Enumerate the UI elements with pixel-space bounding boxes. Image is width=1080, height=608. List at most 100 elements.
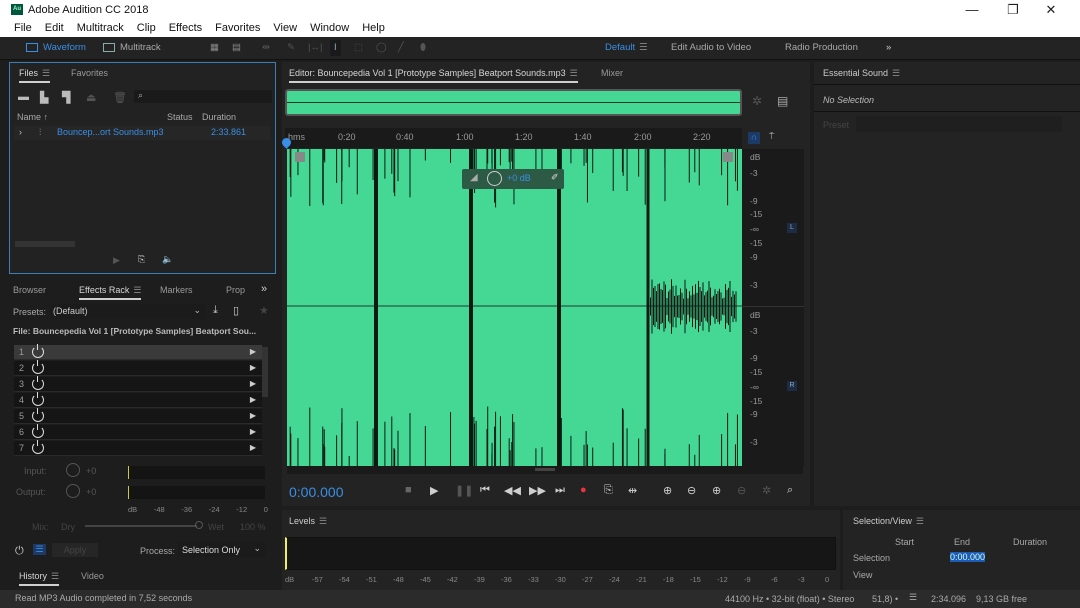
menu-view[interactable]: View	[273, 20, 297, 37]
tab-effects-rack[interactable]: Effects Rack ☰	[79, 285, 142, 300]
effect-slot[interactable]: 2 ▶	[14, 360, 262, 376]
mix-slider[interactable]	[85, 525, 197, 527]
loop-preview-icon[interactable]: ⎘	[138, 254, 145, 265]
pin-icon[interactable]: ✐	[551, 172, 559, 183]
autoplay-speaker-icon[interactable]: 🔈	[162, 254, 173, 265]
zoom-out-amplitude-icon[interactable]: ⊖	[687, 484, 696, 497]
tab-markers[interactable]: Markers	[160, 285, 193, 295]
record-icon[interactable]: ●	[580, 484, 587, 496]
skip-selection-icon[interactable]: ⇹	[628, 484, 637, 497]
slot-menu-arrow-icon[interactable]: ▶	[250, 347, 256, 356]
fade-out-handle[interactable]	[723, 152, 733, 162]
razor-tool-icon[interactable]: ✎	[287, 40, 295, 56]
overview-navigator[interactable]	[285, 89, 742, 116]
tab-properties[interactable]: Prop	[226, 285, 245, 295]
column-name[interactable]: Name ↑	[17, 112, 48, 122]
slot-menu-arrow-icon[interactable]: ▶	[250, 443, 256, 452]
list-icon[interactable]: ☰	[33, 544, 46, 555]
time-selection-tool-icon[interactable]: I	[330, 40, 341, 56]
horizontal-scrollbar[interactable]	[287, 466, 803, 474]
fade-in-handle[interactable]	[295, 152, 305, 162]
selection-start-field[interactable]: 0:00.000	[950, 552, 986, 562]
play-preview-icon[interactable]: ▶	[113, 255, 120, 266]
tab-favorites[interactable]: Favorites	[71, 68, 108, 78]
menu-favorites[interactable]: Favorites	[215, 20, 260, 37]
new-file-icon[interactable]: ▜	[62, 91, 70, 104]
waveform-display[interactable]: ◢ +0 dB ✐	[287, 149, 742, 466]
power-icon[interactable]	[32, 344, 44, 358]
workspace-default[interactable]: Default ☰	[605, 40, 648, 56]
marquee-tool-icon[interactable]: ⬚	[354, 40, 363, 56]
maximize-button[interactable]: ❐	[998, 2, 1028, 18]
tab-essential-sound[interactable]: Essential Sound ☰	[823, 68, 900, 79]
slot-menu-arrow-icon[interactable]: ▶	[250, 411, 256, 420]
pitch-display-icon[interactable]: ▤	[232, 40, 241, 56]
scrollbar-thumb[interactable]	[535, 468, 555, 471]
zoom-in-amplitude-icon[interactable]: ⊕	[663, 484, 672, 497]
lasso-tool-icon[interactable]: ◯	[376, 40, 387, 56]
menu-effects[interactable]: Effects	[169, 20, 202, 37]
import-file-icon[interactable]: ▙	[40, 91, 48, 104]
workspace-radio-production[interactable]: Radio Production	[785, 40, 858, 56]
process-dropdown[interactable]: Selection Only ⌄	[178, 542, 266, 557]
menu-help[interactable]: Help	[362, 20, 385, 37]
current-time-display[interactable]: 0:00.000	[289, 484, 344, 500]
more-workspaces-button[interactable]: »	[886, 40, 891, 56]
tab-browser[interactable]: Browser	[13, 285, 46, 295]
stop-icon[interactable]: ■	[405, 484, 412, 496]
tab-video[interactable]: Video	[81, 571, 104, 581]
menu-file[interactable]: File	[14, 20, 32, 37]
rack-power-icon[interactable]: ⏻	[15, 545, 24, 558]
zoom-out-time-icon[interactable]: ⊖	[737, 484, 746, 497]
column-status[interactable]: Status	[167, 112, 193, 122]
menu-multitrack[interactable]: Multitrack	[77, 20, 124, 37]
power-icon[interactable]	[32, 360, 44, 374]
waveform-button[interactable]: Waveform	[26, 40, 86, 56]
channel-right-toggle[interactable]: R	[787, 381, 797, 391]
spot-healing-tool-icon[interactable]: ⬮	[420, 40, 426, 56]
mix-slider-handle[interactable]	[195, 521, 203, 529]
delete-icon[interactable]: 🗑	[113, 91, 127, 104]
tab-mixer[interactable]: Mixer	[601, 68, 623, 78]
pause-icon[interactable]: ❚❚	[455, 484, 473, 497]
workspace-edit-audio-to-video[interactable]: Edit Audio to Video	[671, 40, 751, 56]
menu-clip[interactable]: Clip	[137, 20, 156, 37]
open-file-icon[interactable]: ▬	[18, 91, 29, 103]
zoom-selection-icon[interactable]: ⌕	[787, 484, 793, 497]
power-icon[interactable]	[32, 424, 44, 438]
tab-selection-view[interactable]: Selection/View ☰	[853, 516, 924, 527]
effect-slot[interactable]: 7 ▶	[14, 440, 262, 456]
files-search-input[interactable]: ⌕	[134, 90, 272, 103]
effect-slot[interactable]: 3 ▶	[14, 376, 262, 392]
effect-slot[interactable]: 5 ▶	[14, 408, 262, 424]
favorite-star-icon[interactable]: ★	[259, 304, 269, 317]
column-duration[interactable]: Duration	[202, 112, 236, 122]
horizontal-scrollbar[interactable]	[15, 241, 75, 247]
marker-pin-icon[interactable]: ⍑	[769, 131, 774, 142]
save-preset-icon[interactable]: ⤓	[213, 304, 218, 317]
effect-slot[interactable]: 1 ▶	[14, 344, 262, 360]
presets-dropdown[interactable]: (Default) ⌄	[50, 304, 205, 319]
tab-history[interactable]: History ☰	[19, 571, 60, 586]
power-icon[interactable]	[32, 440, 44, 454]
apply-button[interactable]: Apply	[52, 543, 98, 557]
tab-files[interactable]: Files ☰	[19, 68, 51, 83]
snap-magnet-icon[interactable]: ∩	[748, 132, 760, 144]
menu-window[interactable]: Window	[310, 20, 349, 37]
slot-menu-arrow-icon[interactable]: ▶	[250, 395, 256, 404]
zoom-out-full-icon[interactable]: ✲	[762, 484, 771, 497]
more-tabs-icon[interactable]: »	[261, 283, 267, 295]
skip-to-start-icon[interactable]: ⏮	[480, 484, 490, 497]
spectral-display-icon[interactable]: ▦	[210, 40, 219, 56]
brush-tool-icon[interactable]: ╱	[398, 40, 404, 56]
rewind-icon[interactable]: ◀◀	[504, 484, 521, 497]
effect-slot[interactable]: 4 ▶	[14, 392, 262, 408]
tab-levels[interactable]: Levels ☰	[289, 516, 327, 527]
gain-knob[interactable]	[487, 171, 502, 186]
power-icon[interactable]	[32, 408, 44, 422]
zoom-navigator-icon[interactable]: ✲	[752, 94, 762, 108]
output-gain-knob[interactable]	[66, 484, 80, 498]
loop-icon[interactable]: ⎘	[604, 484, 613, 497]
preset-dropdown[interactable]	[856, 116, 1062, 132]
tab-editor[interactable]: Editor: Bouncepedia Vol 1 [Prototype Sam…	[289, 68, 578, 83]
